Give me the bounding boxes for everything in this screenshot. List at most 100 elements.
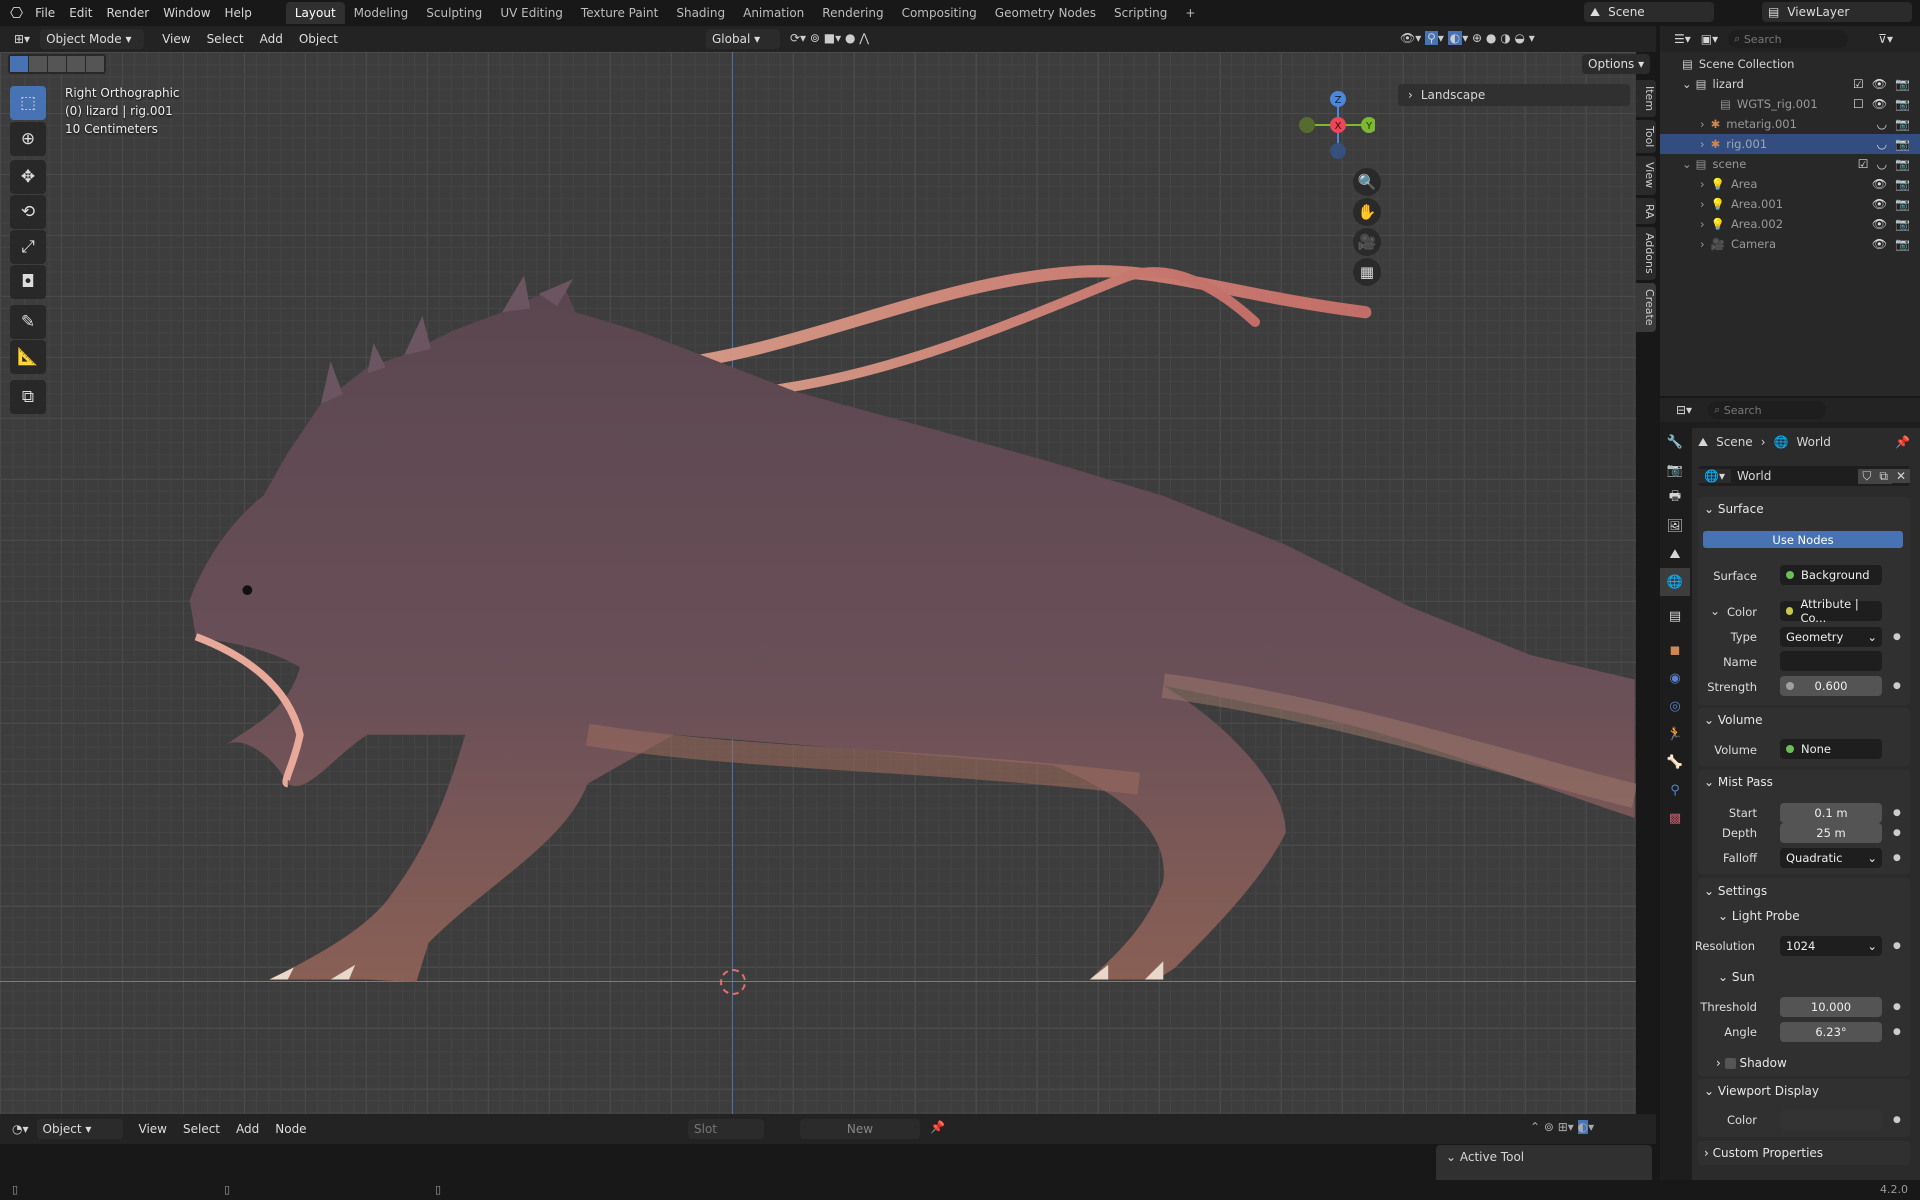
ntab-create[interactable]: Create <box>1636 283 1656 332</box>
keyframe-dot[interactable]: ● <box>1893 632 1901 642</box>
eye-closed-icon[interactable]: ◡ <box>1877 117 1887 131</box>
eye-icon[interactable]: 👁 <box>1872 197 1887 211</box>
3d-cursor-icon[interactable] <box>720 969 746 995</box>
camera-icon[interactable]: 📷 <box>1895 97 1910 111</box>
npanel-landscape[interactable]: ›Landscape <box>1398 84 1630 106</box>
camera-icon[interactable]: 📷 <box>1895 117 1910 131</box>
measure-tool[interactable]: 📐 <box>10 340 46 374</box>
ntab-addons[interactable]: Addons <box>1636 227 1656 280</box>
type-dropdown[interactable]: Geometry⌄ <box>1780 627 1882 647</box>
filter-icon[interactable]: ⊽▾ <box>1878 32 1893 46</box>
duplicate-icon[interactable]: ⧉ <box>1875 469 1892 484</box>
tab-scripting[interactable]: Scripting <box>1105 2 1176 24</box>
keyframe-dot[interactable]: ● <box>1893 941 1901 951</box>
viewport-overlay-icons[interactable]: 👁▾ ⚲▾ ◐▾ ⊕ ● ◑ ◒ ▾ <box>1400 31 1535 45</box>
volume-header[interactable]: ⌄ Volume <box>1704 713 1763 727</box>
breadcrumb-world[interactable]: World <box>1796 435 1830 449</box>
surface-header[interactable]: ⌄ Surface <box>1704 502 1764 516</box>
camera-icon[interactable]: 📷 <box>1895 137 1910 151</box>
editor-type-icon[interactable]: ◔▾ <box>12 1122 29 1136</box>
menu-window[interactable]: Window <box>163 6 210 20</box>
bone-tab-icon[interactable]: ⚲ <box>1660 776 1690 804</box>
display-mode-icon[interactable]: ☰▾ <box>1674 32 1691 46</box>
camera-icon[interactable]: 📷 <box>1895 177 1910 191</box>
select-subtract-icon[interactable] <box>48 56 66 72</box>
output-tab-icon[interactable]: 🖶 <box>1660 484 1690 512</box>
eye-icon[interactable]: 👁 <box>1872 97 1887 111</box>
tab-modeling[interactable]: Modeling <box>345 2 418 24</box>
world-browse-icon[interactable]: 🌐▾ <box>1698 469 1731 483</box>
scene-tab-icon[interactable]: ⛰ <box>1660 540 1690 568</box>
armature-data-tab-icon[interactable]: 🦴 <box>1660 748 1690 776</box>
select-extend-icon[interactable] <box>29 56 47 72</box>
eye-icon[interactable]: 👁 <box>1872 177 1887 191</box>
keyframe-dot[interactable]: ● <box>1893 1002 1901 1012</box>
tab-layout[interactable]: Layout <box>286 2 345 24</box>
light-probe-subpanel[interactable]: ⌄ Light Probe <box>1718 909 1800 923</box>
outliner-row-rig[interactable]: ›✱rig.001◡📷 <box>1660 134 1920 154</box>
surface-shader-field[interactable]: Background <box>1780 565 1882 585</box>
chevron-down-icon[interactable]: ⌄ <box>1682 157 1692 171</box>
outliner-row-area[interactable]: ›💡Area👁📷 <box>1660 174 1920 194</box>
pin-icon[interactable]: 📌 <box>1895 435 1910 449</box>
tab-compositing[interactable]: Compositing <box>893 2 986 24</box>
keyframe-dot[interactable]: ● <box>1893 1027 1901 1037</box>
camera-icon[interactable]: 📷 <box>1895 77 1910 91</box>
chevron-right-icon[interactable]: › <box>1700 237 1705 251</box>
checkbox-icon[interactable]: ☐ <box>1853 97 1864 111</box>
strength-field[interactable]: 0.600 <box>1780 676 1882 696</box>
menu-node[interactable]: Node <box>267 1122 314 1136</box>
chevron-right-icon[interactable]: › <box>1700 117 1705 131</box>
select-invert-icon[interactable] <box>67 56 85 72</box>
outliner-row-wgts[interactable]: ▤WGTS_rig.001☐👁📷 <box>1660 94 1920 114</box>
scene-selector[interactable]: ⛰Scene <box>1584 2 1714 22</box>
tool-tab-icon[interactable]: 🔧 <box>1660 428 1690 456</box>
scale-tool[interactable]: ⤢ <box>10 230 46 264</box>
outliner-row-lizard[interactable]: ⌄▤lizard☑👁📷 <box>1660 74 1920 94</box>
shadow-subpanel[interactable]: › Shadow <box>1716 1056 1787 1070</box>
chevron-down-icon[interactable]: ⌄ <box>1682 77 1692 91</box>
pin-icon[interactable]: 📌 <box>930 1120 945 1134</box>
camera-icon[interactable]: 📷 <box>1895 237 1910 251</box>
menu-render[interactable]: Render <box>106 6 149 20</box>
mode-dropdown[interactable]: Object Mode ▾ <box>40 29 144 49</box>
menu-select[interactable]: Select <box>199 32 252 46</box>
resolution-dropdown[interactable]: 1024⌄ <box>1780 936 1882 956</box>
use-nodes-button[interactable]: Use Nodes <box>1703 531 1903 548</box>
select-box-tool[interactable]: ⬚ <box>10 86 46 120</box>
navigation-gizmo[interactable]: Z X Y <box>1295 87 1375 167</box>
keyframe-dot[interactable]: ● <box>1893 828 1901 838</box>
menu-add[interactable]: Add <box>252 32 291 46</box>
view-layer-tab-icon[interactable]: 🖼 <box>1660 512 1690 540</box>
custom-properties-header[interactable]: › Custom Properties <box>1704 1146 1823 1160</box>
ntab-item[interactable]: Item <box>1636 80 1656 117</box>
keyframe-dot[interactable]: ● <box>1893 853 1901 863</box>
checkbox-icon[interactable]: ☑ <box>1853 77 1864 91</box>
outliner-row-metarig[interactable]: ›✱metarig.001◡📷 <box>1660 114 1920 134</box>
editor-type-icon[interactable]: ⊞▾ <box>14 32 30 46</box>
options-dropdown[interactable]: Options ▾ <box>1582 54 1650 74</box>
outliner-row-scene[interactable]: ⌄▤scene☑◡📷 <box>1660 154 1920 174</box>
3d-viewport[interactable]: ⬚ ⊕ ✥ ⟲ ⤢ ◘ ✎ 📐 ⧉ Right Orthographic (0)… <box>0 52 1636 1114</box>
active-tool-header[interactable]: ⌄ Active Tool <box>1436 1145 1652 1169</box>
viewport-color-swatch[interactable] <box>1780 1110 1882 1130</box>
unlink-icon[interactable]: ✕ <box>1892 469 1910 483</box>
tab-texture-paint[interactable]: Texture Paint <box>572 2 667 24</box>
settings-header[interactable]: ⌄ Settings <box>1704 884 1767 898</box>
chevron-right-icon[interactable]: › <box>1700 137 1705 151</box>
eye-icon[interactable]: 👁 <box>1872 237 1887 251</box>
view-layer-selector[interactable]: ▤ViewLayer <box>1762 2 1912 22</box>
camera-icon[interactable]: 📷 <box>1895 157 1910 171</box>
ntab-view[interactable]: View <box>1636 156 1656 194</box>
eye-closed-icon[interactable]: ◡ <box>1877 137 1887 151</box>
shadow-checkbox[interactable] <box>1725 1058 1736 1069</box>
checkbox-icon[interactable]: ☑ <box>1858 157 1869 171</box>
mist-depth-field[interactable]: 25 m <box>1780 823 1882 843</box>
chevron-right-icon[interactable]: › <box>1700 177 1705 191</box>
menu-view[interactable]: View <box>154 32 198 46</box>
fake-user-icon[interactable]: ⛉ <box>1858 469 1875 484</box>
shader-type-dropdown[interactable]: Object ▾ <box>37 1119 123 1139</box>
menu-help[interactable]: Help <box>225 6 252 20</box>
menu-edit[interactable]: Edit <box>69 6 92 20</box>
volume-field[interactable]: None <box>1780 739 1882 759</box>
